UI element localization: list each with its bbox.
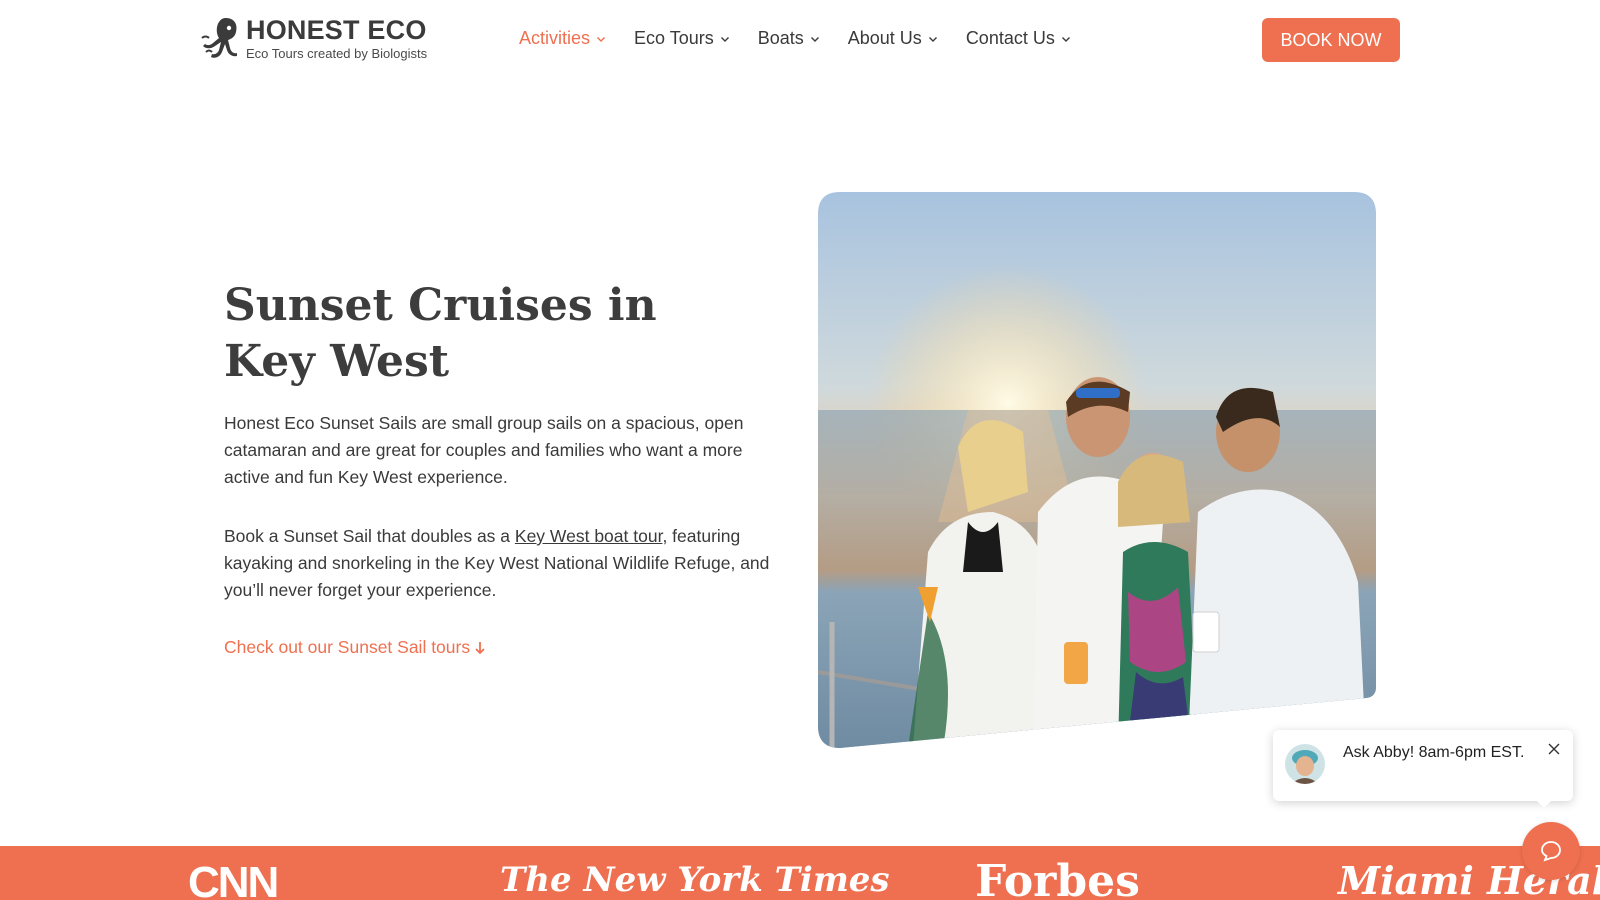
intro-paragraph: Honest Eco Sunset Sails are small group … [224,413,744,487]
page-title: Sunset Cruises in Key West [224,280,657,387]
hero-photo [818,192,1376,748]
site-header: HONEST ECO Eco Tours created by Biologis… [0,0,1600,80]
site-logo[interactable]: HONEST ECO Eco Tours created by Biologis… [200,14,427,62]
chat-bubble-icon [1541,841,1561,862]
press-logos-band: CNN The New York Times Forbes Miami Hera… [0,846,1600,900]
paragraph-text: Book a Sunset Sail that doubles as a [224,526,515,546]
nav-item-label: Boats [757,28,804,48]
chevron-down-icon [597,36,606,42]
nav-item-eco-tours[interactable]: Eco Tours [634,28,730,49]
nav-item-label: Contact Us [965,28,1055,48]
close-icon[interactable] [1547,742,1561,756]
cnn-logo: CNN [188,858,279,900]
booking-paragraph: Book a Sunset Sail that doubles as a Key… [224,523,780,604]
nav-item-label: About Us [847,28,922,48]
forbes-logo: Forbes [975,856,1140,900]
nav-item-activities[interactable]: Activities [519,28,606,49]
chat-popup[interactable]: Ask Abby! 8am-6pm EST. [1273,730,1573,801]
main-nav: Activities Eco Tours Boats About Us Cont… [519,28,1071,49]
nyt-logo: The New York Times [500,860,890,900]
chevron-down-icon [810,36,819,42]
logo-title: HONEST ECO [246,14,427,45]
cta-label: Check out our Sunset Sail tours [224,637,471,657]
nav-item-label: Eco Tours [634,28,714,48]
chat-popup-tail [1536,800,1552,808]
nav-item-about-us[interactable]: About Us [848,28,938,49]
chat-message: Ask Abby! 8am-6pm EST. [1343,744,1525,761]
chevron-down-icon [720,36,729,42]
octopus-logo-icon [201,18,237,58]
logo-tagline: Eco Tours created by Biologists [246,45,428,61]
avatar [1285,744,1325,784]
chevron-down-icon [1061,36,1070,42]
nav-item-contact-us[interactable]: Contact Us [966,28,1071,49]
arrow-down-icon [475,641,485,654]
nav-item-boats[interactable]: Boats [758,28,820,49]
chat-launcher-button[interactable] [1522,822,1580,880]
book-now-button[interactable]: BOOK NOW [1262,18,1400,62]
chevron-down-icon [928,36,937,42]
key-west-boat-tour-link[interactable]: Key West boat tour [515,526,663,546]
nav-item-label: Activities [519,28,591,48]
sunset-sail-tours-link[interactable]: Check out our Sunset Sail tours [224,637,486,658]
